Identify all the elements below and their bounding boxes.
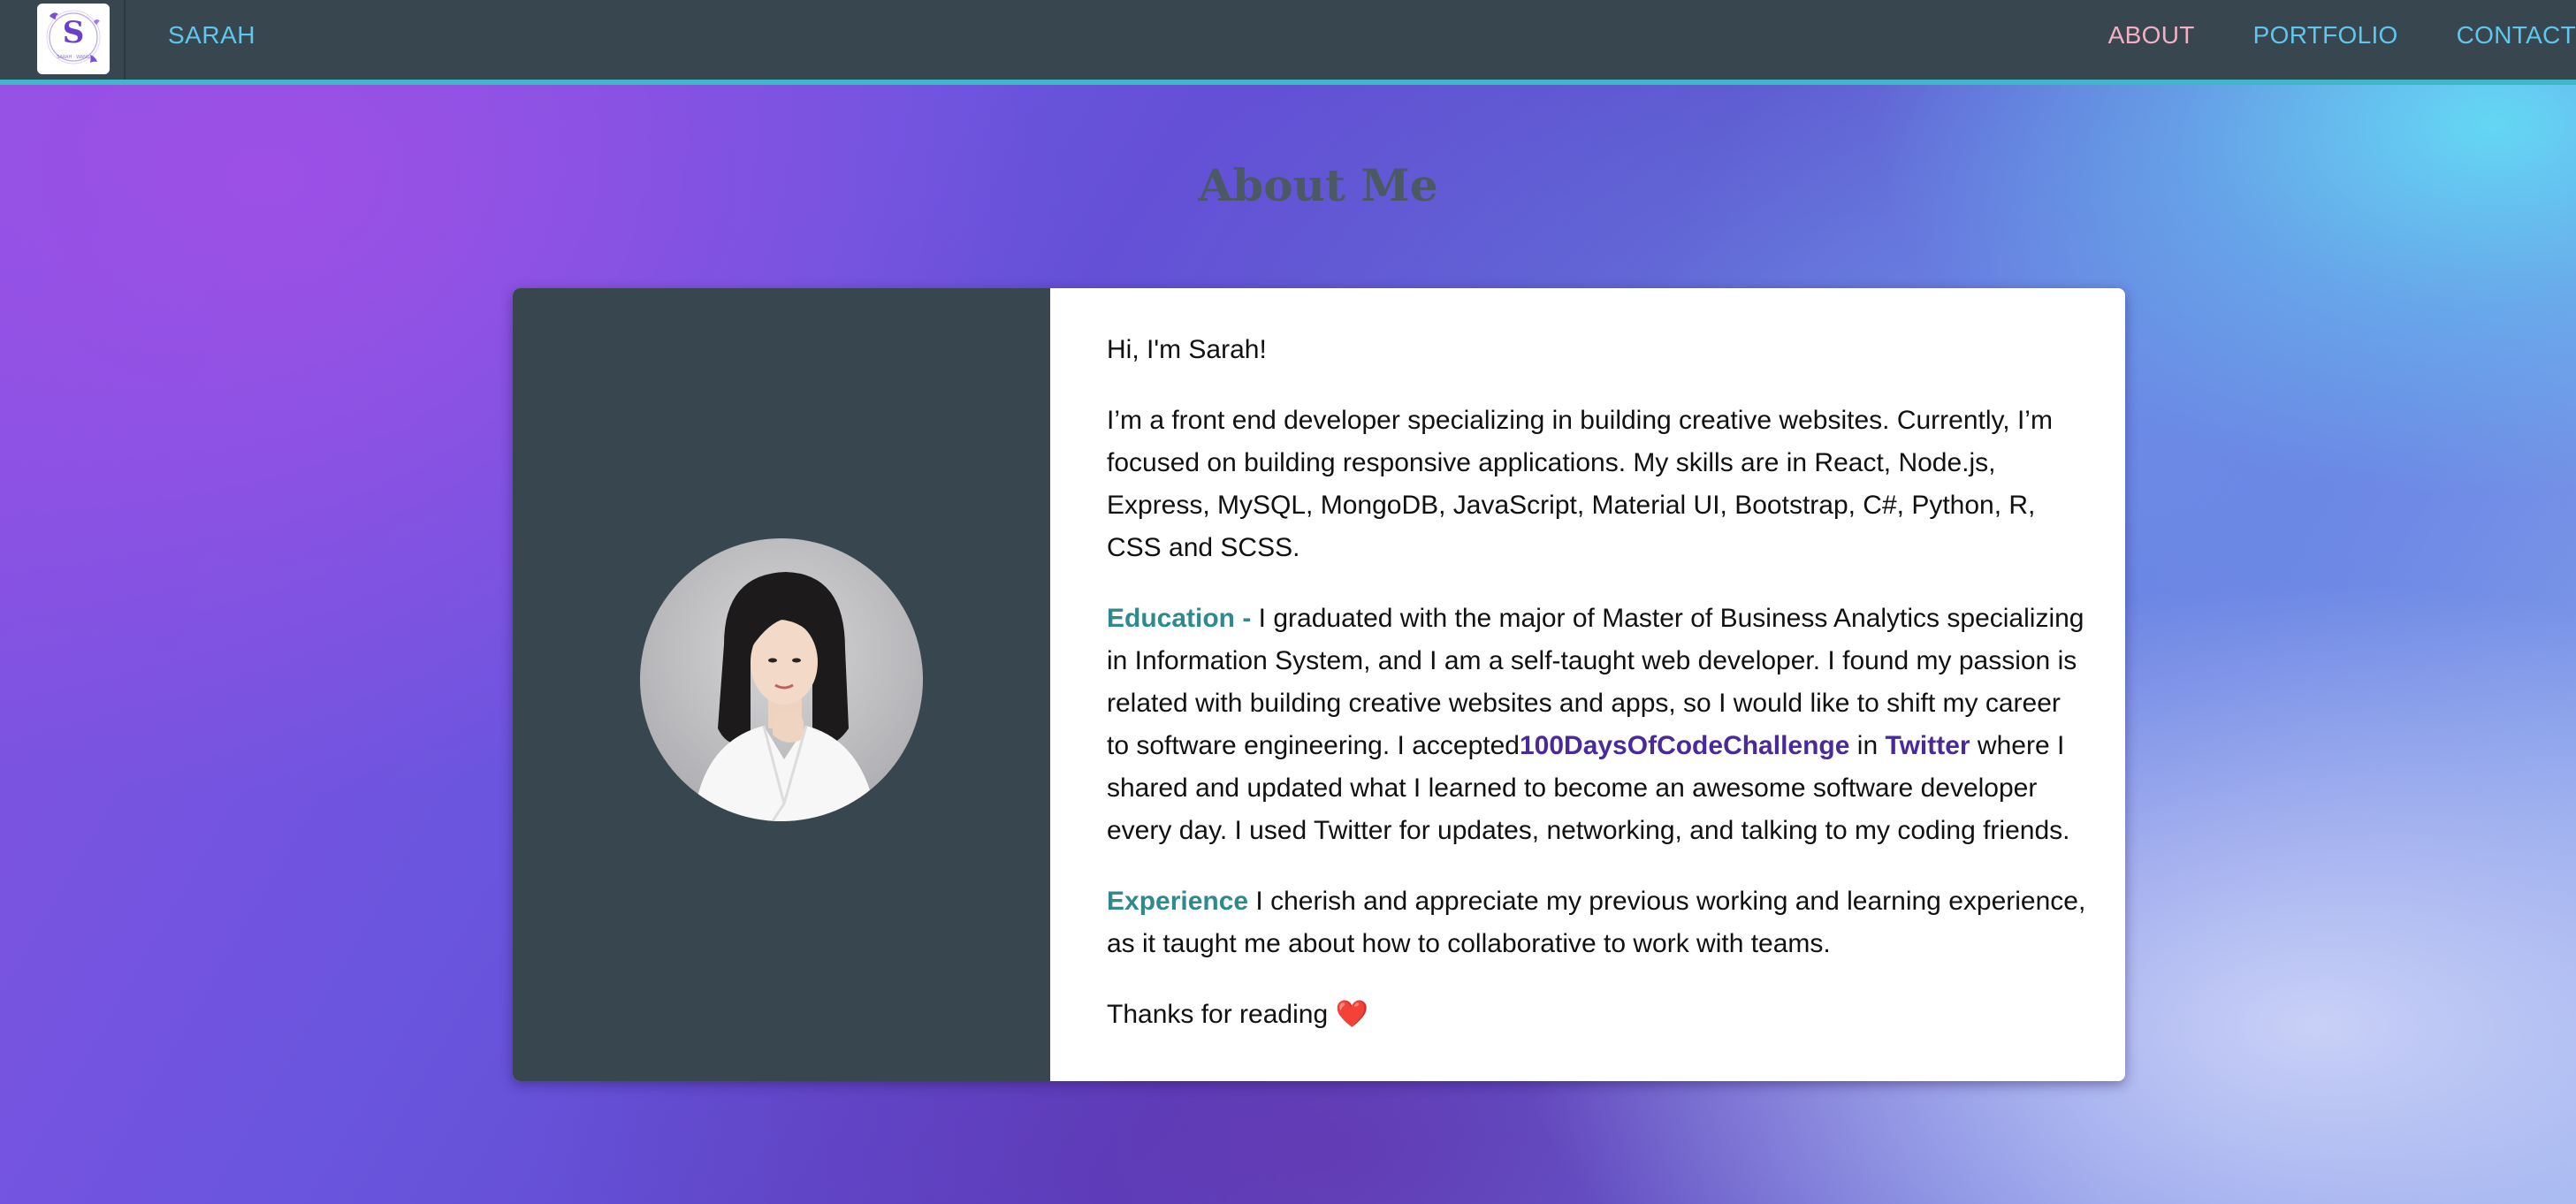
twitter-link[interactable]: Twitter	[1885, 731, 1970, 760]
about-text-panel: Hi, I'm Sarah! I’m a front end developer…	[1107, 329, 2088, 1064]
about-card: Hi, I'm Sarah! I’m a front end developer…	[513, 288, 2125, 1081]
education-paragraph: Education - I graduated with the major o…	[1107, 598, 2088, 852]
nav-portfolio[interactable]: PORTFOLIO	[2253, 21, 2398, 50]
page-title: About Me	[1198, 159, 1438, 211]
site-logo[interactable]: S SARAH · WANG	[37, 4, 110, 74]
intro-text: I’m a front end developer specializing i…	[1107, 406, 2053, 562]
nav-about[interactable]: ABOUT	[2108, 21, 2195, 50]
greeting-text: Hi, I'm Sarah!	[1107, 335, 1267, 364]
about-card-photo-panel	[513, 288, 1050, 1081]
profile-photo	[640, 538, 923, 821]
svg-text:SARAH · WANG: SARAH · WANG	[57, 55, 90, 60]
brand-link[interactable]: SARAH	[168, 21, 255, 50]
experience-text: I cherish and appreciate my previous wor…	[1107, 887, 2086, 958]
heart-icon: ❤️	[1335, 1000, 1368, 1029]
education-text-2: in	[1849, 731, 1886, 760]
experience-label: Experience	[1107, 887, 1249, 916]
logo-divider	[124, 0, 126, 80]
experience-paragraph: Experience I cherish and appreciate my p…	[1107, 880, 2088, 965]
logo-monogram-icon: S SARAH · WANG	[46, 10, 101, 65]
nav-contact[interactable]: CONTACT	[2457, 21, 2576, 50]
closing-text: Thanks for reading	[1107, 1000, 1336, 1029]
nav-links: ABOUT PORTFOLIO CONTACT	[2050, 21, 2576, 50]
svg-text:S: S	[63, 15, 85, 50]
challenge-link[interactable]: 100DaysOfCodeChallenge	[1520, 731, 1849, 760]
top-navbar: S SARAH · WANG SARAH ABOUT PORTFOLIO CON…	[0, 0, 2576, 85]
education-label: Education -	[1107, 604, 1252, 633]
closing-paragraph: Thanks for reading ❤️	[1107, 994, 2088, 1036]
